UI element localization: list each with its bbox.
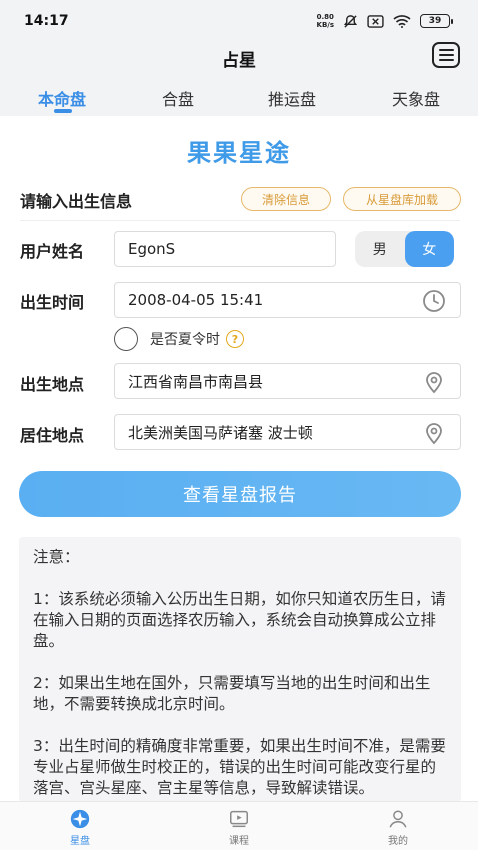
tab-transit[interactable]: 天象盘 [392,86,440,110]
clear-info-button[interactable]: 清除信息 [241,187,331,211]
no-sim-icon [367,14,384,28]
residence-field[interactable]: 北美洲美国马萨诸塞 波士顿 [114,414,461,450]
app-header: 占星 [0,42,478,76]
notice-title: 注意： [33,548,80,566]
dst-radio[interactable] [114,327,138,351]
status-icons: 0.80 KB/s 39 [316,13,453,29]
gender-male-option[interactable]: 男 [355,231,405,267]
course-icon [230,810,248,828]
nav-label: 课程 [229,836,249,847]
tab-natal-chart[interactable]: 本命盘 [38,86,86,110]
star-chart-icon [70,809,90,829]
network-speed-indicator: 0.80 KB/s [316,13,334,29]
notice-item: 2：如果出生地在国外，只需要填写当地的出生时间和出生地，不需要转换成北京时间。 [33,674,431,713]
active-tab-indicator [54,109,72,113]
nav-label: 星盘 [70,836,90,847]
dst-row: 是否夏令时 ? [114,327,244,351]
brand-title: 果果星途 [187,139,291,167]
bottom-nav: 星盘 课程 我的 [0,801,478,850]
birth-time-value: 2008-04-05 15:41 [128,291,264,309]
notice-item: 3：出生时间的精确度非常重要，如果出生时间不准，是需要专业占星师做生时校正的，错… [33,737,446,797]
birthplace-field[interactable]: 江西省南昌市南昌县 [114,363,461,399]
nav-item-profile[interactable]: 我的 [368,808,428,847]
notice-panel: 注意： 1：该系统必须输入公历出生日期，如你只知道农历生日，请在输入日期的页面选… [19,537,461,802]
birth-time-label: 出生时间 [20,293,85,312]
clock-icon[interactable] [422,289,446,313]
dst-label: 是否夏令时 [150,332,220,348]
load-from-library-button[interactable]: 从星盘库加载 [343,187,461,211]
birth-time-field[interactable]: 2008-04-05 15:41 [114,282,461,318]
nav-item-star-chart[interactable]: 星盘 [50,808,110,847]
location-pin-icon[interactable] [422,370,446,394]
birthplace-label: 出生地点 [20,375,85,394]
location-pin-icon[interactable] [422,421,446,445]
tab-synastry[interactable]: 合盘 [162,86,194,110]
nav-item-course[interactable]: 课程 [209,808,269,847]
battery-icon: 39 [420,14,453,28]
tab-progression[interactable]: 推运盘 [268,86,316,110]
residence-value: 北美洲美国马萨诸塞 波士顿 [128,423,313,442]
name-label: 用户姓名 [20,242,85,261]
birthplace-value: 江西省南昌市南昌县 [128,372,264,391]
page-title: 占星 [222,51,256,71]
wifi-icon [393,15,411,28]
notice-item: 1：该系统必须输入公历出生日期，如你只知道农历生日，请在输入日期的页面选择农历输… [33,590,446,650]
help-icon[interactable]: ? [226,330,244,348]
profile-icon [389,810,407,828]
status-bar: 14:17 0.80 KB/s 39 [0,0,478,42]
name-input[interactable]: EgonS [114,231,336,267]
residence-label: 居住地点 [20,426,85,445]
mute-bell-icon [343,14,358,28]
menu-list-icon[interactable] [432,42,460,68]
view-chart-report-button[interactable]: 查看星盘报告 [19,471,461,517]
gender-female-option[interactable]: 女 [404,231,454,267]
gender-toggle: 男 女 [355,231,454,267]
status-time: 14:17 [24,13,69,29]
nav-label: 我的 [388,836,408,847]
section-title: 请输入出生信息 [20,192,133,211]
divider [20,220,460,221]
